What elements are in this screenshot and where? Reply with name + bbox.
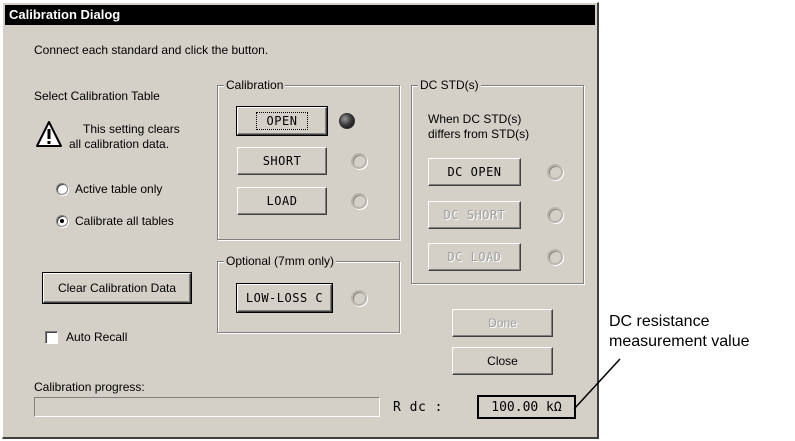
warning-icon [36, 121, 62, 147]
annotation-text: DC resistance measurement value [609, 312, 750, 352]
dc-load-button[interactable]: DC LOAD [428, 243, 521, 271]
short-status-led [351, 153, 367, 169]
warning-line-2: all calibration data. [69, 137, 170, 151]
dc-std-note-line-2: differs from STD(s) [428, 127, 530, 141]
radio-active-table-only[interactable] [56, 183, 68, 195]
close-button[interactable]: Close [452, 347, 553, 375]
warning-text: This setting clears all calibration data… [69, 122, 180, 152]
instruction-text: Connect each standard and click the butt… [34, 43, 269, 57]
open-status-led [339, 113, 355, 129]
dc-std-group-label: DC STD(s) [418, 78, 481, 92]
clear-calibration-data-button[interactable]: Clear Calibration Data [42, 272, 192, 304]
annotation-line-2: measurement value [609, 333, 750, 350]
radio-calibrate-all-tables-label: Calibrate all tables [75, 214, 174, 228]
dc-load-status-led [547, 249, 563, 265]
optional-group-label: Optional (7mm only) [224, 254, 337, 268]
auto-recall-checkbox[interactable] [45, 331, 58, 344]
annotation-line-1: DC resistance [609, 313, 710, 330]
radio-active-table-only-label: Active table only [75, 182, 163, 196]
select-table-heading: Select Calibration Table [34, 89, 160, 103]
calibration-group-label: Calibration [224, 78, 286, 92]
dc-short-status-led [547, 207, 563, 223]
low-loss-c-button[interactable]: LOW-LOSS C [236, 283, 333, 313]
calibration-dialog: Calibration Dialog Connect each standard… [2, 2, 599, 439]
calibration-progress-bar [34, 397, 380, 417]
progress-label: Calibration progress: [34, 380, 145, 394]
short-button[interactable]: SHORT [237, 147, 327, 175]
warning-line-1: This setting clears [83, 122, 180, 136]
done-button[interactable]: Done [452, 309, 553, 337]
dc-open-status-led [547, 164, 563, 180]
dc-short-button[interactable]: DC SHORT [428, 201, 521, 229]
auto-recall-label: Auto Recall [66, 330, 128, 344]
rdc-label: R dc : [393, 400, 443, 415]
annotation-leader-line [573, 358, 621, 410]
low-loss-c-status-led [351, 290, 367, 306]
load-status-led [351, 193, 367, 209]
dialog-title: Calibration Dialog [5, 5, 595, 25]
radio-calibrate-all-tables[interactable] [56, 215, 68, 227]
dc-std-note-line-1: When DC STD(s) [428, 112, 522, 126]
open-button[interactable]: OPEN [236, 106, 328, 136]
radio-selected-dot [60, 219, 64, 223]
dc-std-note: When DC STD(s) differs from STD(s) [428, 112, 529, 142]
load-button[interactable]: LOAD [237, 187, 327, 215]
dc-open-button[interactable]: DC OPEN [428, 158, 521, 186]
